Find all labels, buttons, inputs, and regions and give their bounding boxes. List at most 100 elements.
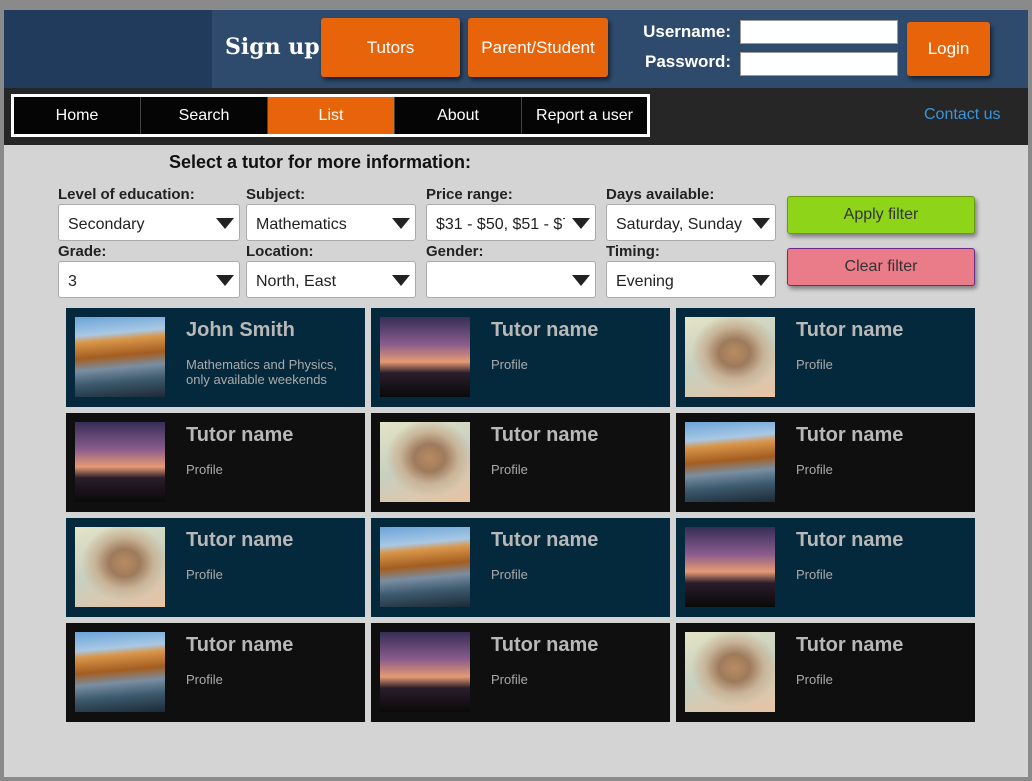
tutor-description: Profile — [796, 567, 833, 582]
login-button[interactable]: Login — [907, 22, 990, 76]
tutor-name: Tutor name — [796, 319, 904, 341]
tutor-card[interactable]: Tutor name Profile — [676, 518, 975, 617]
signup-tutors-button[interactable]: Tutors — [321, 18, 460, 77]
tutor-name: John Smith — [186, 319, 295, 341]
tutor-card[interactable]: Tutor name Profile — [371, 623, 670, 722]
tutor-name: Tutor name — [491, 529, 599, 551]
tutor-name: Tutor name — [796, 529, 904, 551]
level-value: Secondary — [68, 216, 145, 233]
days-select[interactable]: Saturday, Sunday — [606, 204, 776, 241]
grade-value: 3 — [68, 273, 77, 290]
tutor-description: Profile — [491, 462, 528, 477]
tutor-description: Profile — [491, 567, 528, 582]
gender-select[interactable] — [426, 261, 596, 298]
username-input[interactable] — [740, 20, 898, 44]
signup-parent-student-button[interactable]: Parent/Student — [468, 18, 608, 77]
days-value: Saturday, Sunday — [616, 216, 743, 233]
nav-item-list[interactable]: List — [268, 97, 395, 134]
location-value: North, East — [256, 273, 337, 290]
chevron-down-icon — [216, 275, 234, 286]
password-input[interactable] — [740, 52, 898, 76]
tutor-photo — [75, 317, 165, 397]
tutor-description: Profile — [186, 567, 223, 582]
level-label: Level of education: — [58, 186, 195, 203]
level-select[interactable]: Secondary — [58, 204, 240, 241]
tutor-photo — [380, 632, 470, 712]
subject-label: Subject: — [246, 186, 306, 203]
tutor-card[interactable]: Tutor name Profile — [371, 518, 670, 617]
nav-bar: Home Search List About Report a user Con… — [4, 88, 1028, 145]
subject-value: Mathematics — [256, 216, 347, 233]
tutor-description: Profile — [186, 462, 223, 477]
tutor-name: Tutor name — [186, 634, 294, 656]
page-title: Select a tutor for more information: — [169, 152, 472, 172]
tutor-card[interactable]: Tutor name Profile — [371, 413, 670, 512]
tutor-name: Tutor name — [491, 424, 599, 446]
tutor-photo — [685, 527, 775, 607]
tutor-card[interactable]: Tutor name Profile — [676, 308, 975, 407]
contact-us-link[interactable]: Contact us — [924, 106, 1000, 124]
chevron-down-icon — [392, 275, 410, 286]
tutor-photo — [75, 527, 165, 607]
tutor-description: Profile — [491, 672, 528, 687]
nav-item-home[interactable]: Home — [14, 97, 141, 134]
grade-label: Grade: — [58, 243, 107, 260]
tutor-card[interactable]: Tutor name Profile — [66, 518, 365, 617]
tutor-description: Profile — [491, 357, 528, 372]
timing-label: Timing: — [606, 243, 660, 260]
nav-item-about[interactable]: About — [395, 97, 522, 134]
password-label: Password: — [645, 52, 731, 71]
chevron-down-icon — [752, 218, 770, 229]
tutor-photo — [685, 317, 775, 397]
tutor-name: Tutor name — [186, 424, 294, 446]
apply-filter-button[interactable]: Apply filter — [787, 196, 975, 234]
nav-item-report-user[interactable]: Report a user — [522, 97, 647, 134]
tutor-name: Tutor name — [796, 634, 904, 656]
grade-select[interactable]: 3 — [58, 261, 240, 298]
tutor-name: Tutor name — [491, 319, 599, 341]
nav-item-search[interactable]: Search — [141, 97, 268, 134]
tutor-photo — [380, 422, 470, 502]
tutor-photo — [75, 632, 165, 712]
tutor-card[interactable]: Tutor name Profile — [676, 623, 975, 722]
days-label: Days available: — [606, 186, 715, 203]
tutor-card[interactable]: Tutor name Profile — [676, 413, 975, 512]
tutor-card[interactable]: Tutor name Profile — [66, 623, 365, 722]
username-label: Username: — [643, 22, 731, 41]
chevron-down-icon — [752, 275, 770, 286]
tutor-photo — [685, 422, 775, 502]
chevron-down-icon — [216, 218, 234, 229]
price-select[interactable]: $31 - $50, $51 - $70 — [426, 204, 596, 241]
clear-filter-button[interactable]: Clear filter — [787, 248, 975, 286]
gender-label: Gender: — [426, 243, 484, 260]
page-frame: Sign up: Tutors Parent/Student Username:… — [4, 10, 1028, 777]
tutor-name: Tutor name — [491, 634, 599, 656]
timing-select[interactable]: Evening — [606, 261, 776, 298]
price-label: Price range: — [426, 186, 513, 203]
tutor-card[interactable]: Tutor name Profile — [371, 308, 670, 407]
chevron-down-icon — [572, 275, 590, 286]
timing-value: Evening — [616, 273, 674, 290]
signup-label: Sign up: — [225, 34, 328, 60]
chevron-down-icon — [392, 218, 410, 229]
tutor-card[interactable]: Tutor name Profile — [66, 413, 365, 512]
subject-select[interactable]: Mathematics — [246, 204, 416, 241]
chevron-down-icon — [572, 218, 590, 229]
tutor-photo — [75, 422, 165, 502]
location-label: Location: — [246, 243, 314, 260]
tutor-description: Profile — [796, 357, 833, 372]
price-value: $31 - $50, $51 - $70 — [436, 216, 565, 233]
tutor-card[interactable]: John Smith Mathematics and Physics, only… — [66, 308, 365, 407]
location-select[interactable]: North, East — [246, 261, 416, 298]
tutor-description: Profile — [186, 672, 223, 687]
tutor-description: Profile — [796, 672, 833, 687]
logo-area — [4, 10, 212, 88]
header-bar: Sign up: Tutors Parent/Student Username:… — [4, 10, 1028, 88]
tutor-name: Tutor name — [186, 529, 294, 551]
tutor-name: Tutor name — [796, 424, 904, 446]
tutor-photo — [380, 527, 470, 607]
nav-menu: Home Search List About Report a user — [11, 94, 650, 137]
tutor-photo — [380, 317, 470, 397]
tutor-description: Mathematics and Physics, only available … — [186, 357, 338, 387]
tutor-description: Profile — [796, 462, 833, 477]
